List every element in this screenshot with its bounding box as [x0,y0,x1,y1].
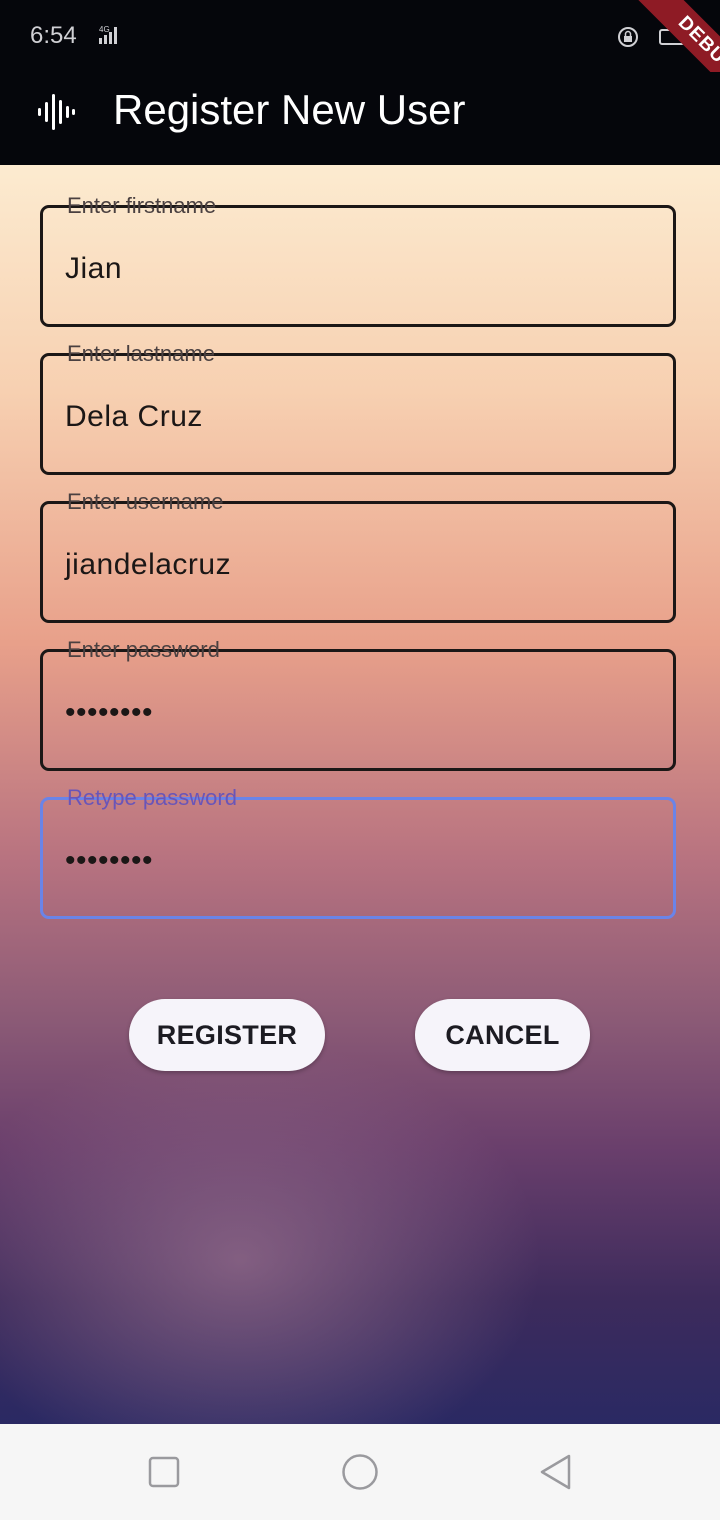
back-triangle-icon[interactable] [536,1452,576,1492]
signal-icon: 4G [99,25,117,44]
username-field[interactable]: Enter username jiandelacruz [40,490,676,623]
status-time: 6:54 [30,22,77,49]
system-nav-bar [0,1424,720,1520]
firstname-value: Jian [65,252,123,285]
password-value: •••••••• [65,696,154,729]
lock-rotation-icon [618,27,638,47]
battery-icon [659,29,687,45]
lastname-label: Enter lastname [67,341,215,366]
network-type-label: 4G [99,25,110,34]
status-icons [618,27,687,47]
password-label: Enter password [67,637,220,662]
app-bar: Register New User [0,72,720,165]
retype-password-field[interactable]: Retype password •••••••• [40,786,676,919]
username-label: Enter username [67,489,224,514]
retype-password-value: •••••••• [65,844,154,877]
register-button[interactable]: REGISTER [129,999,325,1071]
firstname-label: Enter firstname [67,193,217,218]
register-form: Enter firstname Jian Enter lastname Dela… [0,165,720,1424]
status-bar: 6:54 4G [0,0,720,72]
lastname-field[interactable]: Enter lastname Dela Cruz [40,342,676,475]
recents-square-icon[interactable] [144,1452,184,1492]
page-title: Register New User [113,86,466,133]
username-value: jiandelacruz [65,548,232,581]
home-circle-icon[interactable] [340,1452,380,1492]
sound-wave-icon [38,94,75,130]
firstname-field[interactable]: Enter firstname Jian [40,194,676,327]
lastname-value: Dela Cruz [65,400,203,433]
cancel-button[interactable]: CANCEL [415,999,590,1071]
password-field[interactable]: Enter password •••••••• [40,638,676,771]
retype-password-label: Retype password [67,785,237,810]
